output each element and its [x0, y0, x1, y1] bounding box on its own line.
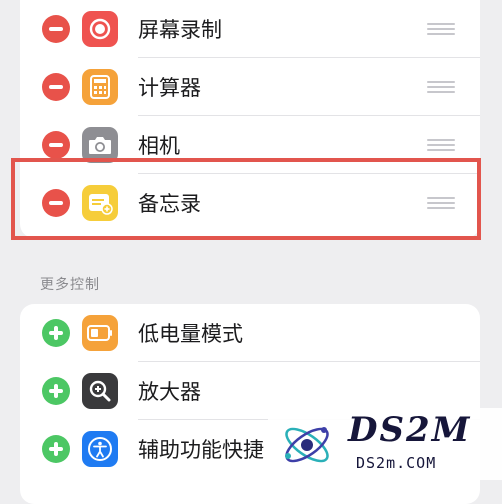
- screen-record-icon: [82, 11, 118, 47]
- control-row-calculator[interactable]: 计算器: [20, 58, 480, 116]
- calculator-icon: [82, 69, 118, 105]
- magnifier-icon: [82, 373, 118, 409]
- reorder-handle-icon[interactable]: [427, 139, 455, 151]
- add-low-power-mode-button[interactable]: [42, 319, 70, 347]
- reorder-handle-icon[interactable]: [427, 81, 455, 93]
- low-power-mode-icon: [82, 315, 118, 351]
- remove-calculator-button[interactable]: [42, 73, 70, 101]
- control-label: 低电量模式: [138, 322, 243, 346]
- watermark: DS2M DS2m.COM: [268, 408, 502, 480]
- accessibility-shortcut-icon: [82, 431, 118, 467]
- remove-screen-recording-button[interactable]: [42, 15, 70, 43]
- control-label: 辅助功能快捷: [138, 438, 264, 462]
- watermark-logo-icon: [285, 427, 329, 463]
- add-magnifier-button[interactable]: [42, 377, 70, 405]
- reorder-handle-icon[interactable]: [427, 23, 455, 35]
- remove-camera-button[interactable]: [42, 131, 70, 159]
- watermark-title: DS2M: [348, 410, 472, 450]
- add-accessibility-shortcut-button[interactable]: [42, 435, 70, 463]
- control-row-screen-recording[interactable]: 屏幕录制: [20, 0, 480, 58]
- highlight-annotation-box: [11, 158, 481, 240]
- control-label: 相机: [138, 134, 180, 158]
- control-label: 放大器: [138, 380, 201, 404]
- control-row-low-power-mode[interactable]: 低电量模式: [20, 304, 480, 362]
- more-controls-header: 更多控制: [40, 277, 100, 293]
- watermark-url: DS2m.COM: [356, 454, 437, 472]
- control-label: 屏幕录制: [138, 18, 222, 42]
- control-label: 计算器: [138, 76, 201, 100]
